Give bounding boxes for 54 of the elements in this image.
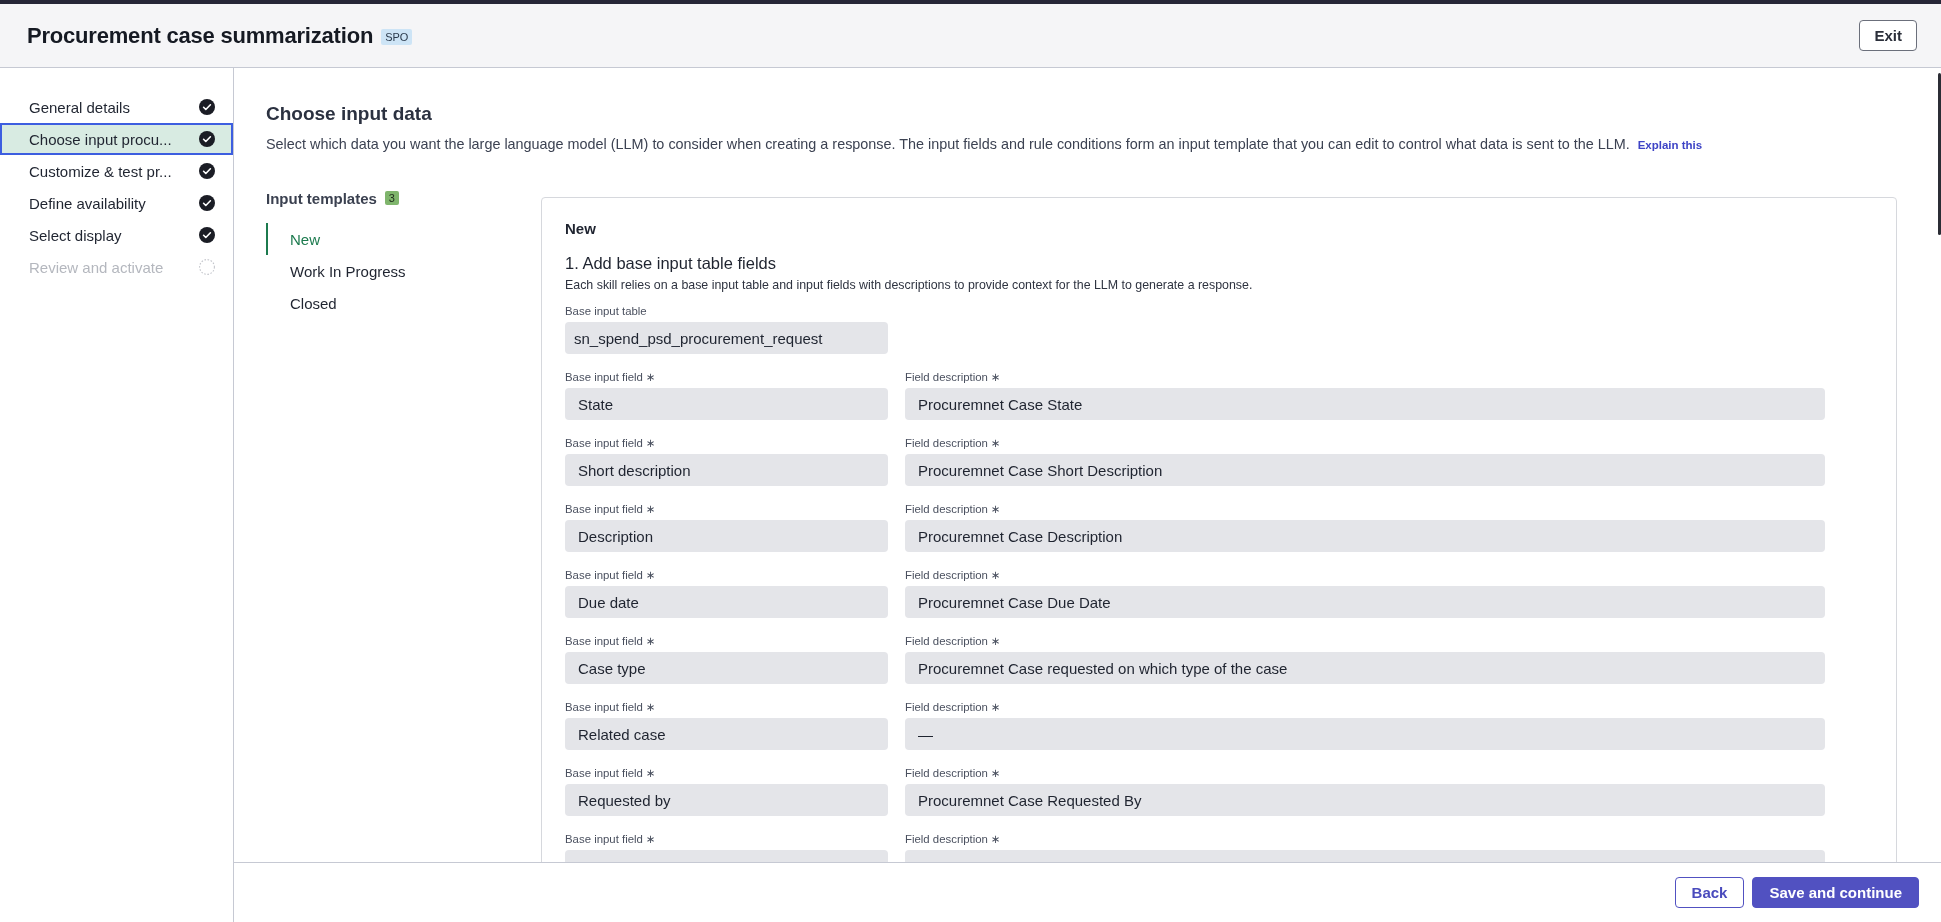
field-label: Base input field ∗ — [565, 700, 657, 714]
save-button[interactable]: Save and continue — [1752, 877, 1919, 908]
input-field[interactable]: Procuremnet Case Due Date — [905, 586, 1825, 618]
step-title: 1. Add base input table fields — [565, 254, 777, 273]
input-field[interactable]: Description — [565, 520, 888, 552]
input-field[interactable]: — — [905, 718, 1825, 750]
field-label: Field description ∗ — [905, 634, 1002, 648]
template-tab[interactable]: Work In Progress — [266, 255, 406, 287]
template-tab[interactable]: Closed — [266, 287, 337, 319]
input-field[interactable]: Procuremnet Case requested on which type of the case — [905, 652, 1825, 684]
input-field[interactable]: Case type — [565, 652, 888, 684]
field-label: Field description ∗ — [905, 502, 1002, 516]
input-field[interactable]: Procuremnet Case Description — [905, 520, 1825, 552]
input-field[interactable]: Procuremnet Case Short Description — [905, 454, 1825, 486]
input-field[interactable]: State — [565, 388, 888, 420]
input-field[interactable]: Due date — [565, 586, 888, 618]
sidebar-step[interactable]: Select display — [0, 219, 233, 251]
field-label: Field description ∗ — [905, 766, 1002, 780]
field-label: Base input field ∗ — [565, 436, 657, 450]
sidebar-step[interactable]: General details — [0, 91, 233, 123]
count-badge: 3 — [384, 191, 399, 205]
templates-title: Input templates — [266, 189, 377, 207]
field-label: Base input field ∗ — [565, 502, 657, 516]
field-label: Field description ∗ — [905, 370, 1002, 384]
field-label: Field description ∗ — [905, 700, 1002, 714]
field-label: Base input field ∗ — [565, 766, 657, 780]
page-title: Procurement case summarization — [27, 22, 374, 49]
field-label: Base input field ∗ — [565, 568, 657, 582]
description-text: Select which data you want the large language model (LLM) to consider when creating a response. The input fields and rule conditions form an input template that you can edit to control what data is sent to the LLM. Explain this — [266, 135, 1704, 154]
section-heading: Choose input data — [266, 102, 433, 126]
field-label: Base input field ∗ — [565, 634, 657, 648]
card-title: New — [565, 220, 597, 237]
exit-button[interactable]: Exit — [1859, 20, 1917, 51]
scrollbar-thumb[interactable] — [1938, 73, 1941, 235]
field-label: Field description ∗ — [905, 436, 1002, 450]
back-button[interactable]: Back — [1674, 877, 1745, 908]
field-label: Base input field ∗ — [565, 832, 657, 846]
input-field[interactable]: sn_spend_psd_procurement_request — [565, 322, 888, 354]
input-field[interactable]: Procuremnet Case Requested By — [905, 784, 1825, 816]
sidebar-step[interactable]: Customize & test pr... — [0, 155, 233, 187]
input-field[interactable]: Requested by — [565, 784, 888, 816]
sidebar-step[interactable]: Choose input procu... — [0, 123, 233, 155]
sidebar-step[interactable]: Define availability — [0, 187, 233, 219]
field-label: Field description ∗ — [905, 568, 1002, 582]
step-hint: Each skill relies on a base input table and input fields with descriptions to provide context for the LLM to generate a response. — [565, 278, 1254, 292]
input-field[interactable]: Procuremnet Case State — [905, 388, 1825, 420]
app-tag: SPO — [381, 29, 413, 45]
field-label: Field description ∗ — [905, 832, 1002, 846]
input-field[interactable]: Related case — [565, 718, 888, 750]
template-tab[interactable]: New — [266, 223, 320, 255]
explain-link[interactable]: Explain this — [1637, 139, 1703, 151]
input-field[interactable]: Short description — [565, 454, 888, 486]
field-label: Base input table — [565, 304, 648, 318]
field-label: Base input field ∗ — [565, 370, 657, 384]
